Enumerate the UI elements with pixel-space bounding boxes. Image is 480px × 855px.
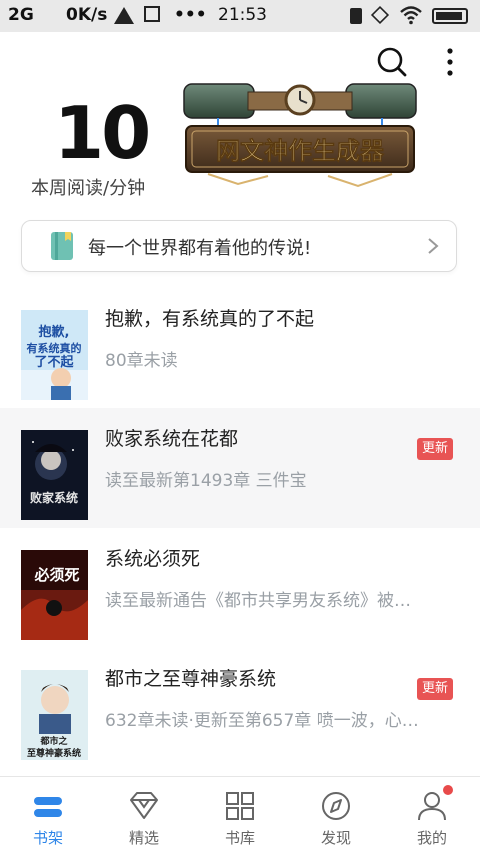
svg-text:有系统真的: 有系统真的 [27, 341, 82, 355]
nav-label: 我的 [416, 829, 447, 847]
svg-text:必须死: 必须死 [33, 566, 79, 584]
mute-icon [370, 5, 390, 25]
grid-icon [226, 792, 254, 820]
promo-banner[interactable]: 网文神作生成器 [178, 74, 422, 194]
update-badge: 更新 [417, 438, 453, 460]
more-notifications-icon: ••• [174, 5, 207, 25]
svg-text:至尊神豪系统: 至尊神豪系统 [27, 747, 81, 759]
nav-label: 书库 [224, 829, 255, 847]
nav-label: 精选 [128, 829, 159, 847]
warning-icon [114, 7, 134, 24]
list-item[interactable]: 必须死 系统必须死 读至最新通告《都市共享男友系统》被… [0, 528, 480, 648]
book-cover: 都市之 至尊神豪系统 [21, 670, 88, 760]
nav-label: 发现 [320, 829, 351, 847]
weekly-reading-minutes: 10 [54, 91, 151, 175]
book-cover: 败家系统 [21, 430, 88, 520]
battery-icon [432, 8, 468, 24]
nav-bookshelf[interactable]: 书架 [0, 777, 96, 855]
book-title: 抱歉，有系统真的了不起 [105, 308, 315, 330]
nav-featured[interactable]: 精选 [96, 777, 192, 855]
list-item[interactable]: 都市之 至尊神豪系统 都市之至尊神豪系统 632章未读·更新至第657章 喷一波… [0, 648, 480, 768]
book-title: 都市之至尊神豪系统 [105, 668, 277, 690]
notification-dot [443, 785, 453, 795]
book-cover: 抱歉, 有系统真的 了不起 [21, 310, 88, 400]
nav-profile[interactable]: 我的 [384, 777, 480, 855]
svg-text:败家系统: 败家系统 [30, 490, 78, 505]
chevron-right-icon [428, 238, 439, 254]
bookshelf-icon [34, 797, 62, 817]
diamond-icon [130, 792, 158, 819]
network-indicator: 2G [8, 5, 34, 25]
svg-text:抱歉,: 抱歉, [39, 324, 70, 340]
book-progress: 读至最新第1493章 三件宝 [105, 471, 307, 491]
list-item[interactable]: 败家系统 败家系统在花都 读至最新第1493章 三件宝 更新 [0, 408, 480, 528]
weekly-reading-label: 本周阅读/分钟 [31, 178, 146, 199]
list-item[interactable]: 抱歉, 有系统真的 了不起 抱歉，有系统真的了不起 80章未读 [0, 288, 480, 408]
nav-library[interactable]: 书库 [192, 777, 288, 855]
nav-discover[interactable]: 发现 [288, 777, 384, 855]
slogan-text: 每一个世界都有着他的传说! [88, 238, 312, 259]
wifi-icon [400, 6, 422, 25]
bottom-nav: 书架 精选 书库 发现 我的 [0, 776, 480, 855]
compass-icon [322, 792, 350, 820]
book-icon [51, 232, 73, 260]
clock: 21:53 [218, 5, 267, 25]
book-title: 败家系统在花都 [105, 428, 239, 450]
network-speed: 0K/s [66, 5, 108, 25]
svg-text:了不起: 了不起 [34, 354, 74, 370]
banner-title: 网文神作生成器 [216, 137, 385, 165]
slogan-bar[interactable]: 每一个世界都有着他的传说! [21, 220, 457, 272]
book-progress: 80章未读 [105, 351, 178, 371]
svg-text:都市之: 都市之 [39, 735, 67, 747]
book-title: 系统必须死 [105, 548, 201, 570]
nav-label: 书架 [32, 829, 63, 847]
book-cover: 必须死 [21, 550, 88, 640]
update-badge: 更新 [417, 678, 453, 700]
book-progress: 632章未读·更新至第657章 喷一波，心… [105, 711, 419, 731]
sim-icon [350, 8, 362, 24]
book-progress: 读至最新通告《都市共享男友系统》被… [105, 591, 411, 611]
status-bar: 2G 0K/s ••• 21:53 [0, 0, 480, 32]
screenshot-icon [144, 6, 160, 22]
more-vertical-icon[interactable] [432, 44, 468, 80]
